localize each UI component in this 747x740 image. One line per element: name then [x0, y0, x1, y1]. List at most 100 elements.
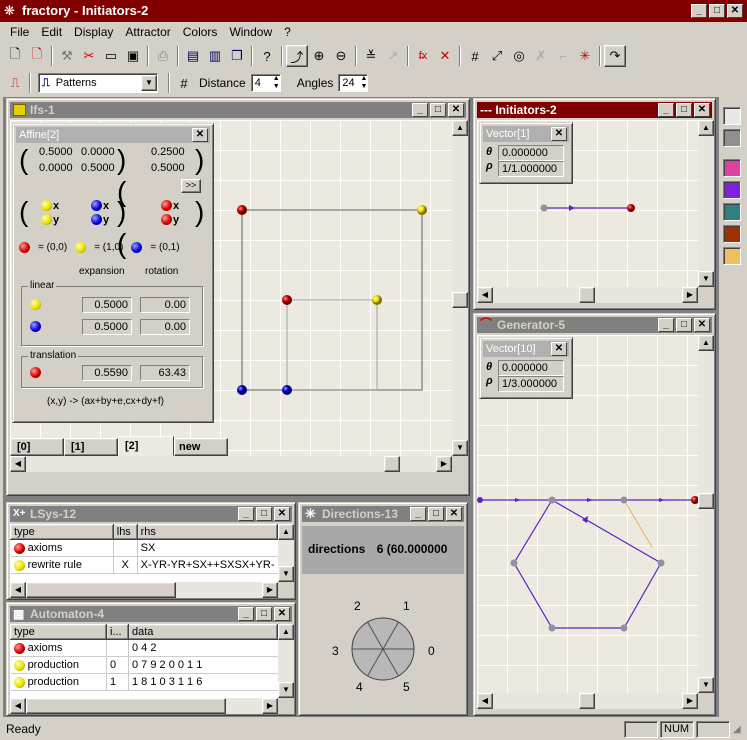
zoom-out-icon[interactable]: ⊖	[330, 45, 352, 67]
linear-y-rotation[interactable]: 0.00	[140, 319, 190, 335]
maximize-button[interactable]: □	[256, 607, 272, 621]
col-lhs[interactable]: lhs	[112, 524, 138, 540]
generator-point[interactable]	[548, 496, 556, 504]
scroll-thumb[interactable]	[26, 582, 176, 598]
minimize-button[interactable]: _	[238, 507, 254, 521]
automaton-vscroll[interactable]: ▲ ▼	[278, 624, 294, 698]
close-button[interactable]: ✕	[694, 103, 710, 117]
close-button[interactable]: ✕	[274, 607, 290, 621]
scroll-left-icon[interactable]: ◀	[477, 287, 493, 303]
minimize-button[interactable]: _	[410, 507, 426, 521]
close-button[interactable]: ✕	[446, 507, 462, 521]
scroll-right-icon[interactable]: ▶	[436, 456, 452, 472]
scroll-right-icon[interactable]: ▶	[682, 287, 698, 303]
table-row[interactable]: axioms SX	[10, 539, 278, 557]
palette-swatch[interactable]	[723, 247, 741, 265]
matrix-c[interactable]: 0.0000	[39, 162, 73, 174]
scroll-up-icon[interactable]: ▲	[698, 335, 714, 351]
generator-vscroll[interactable]: ▲ ▼	[698, 335, 714, 693]
expand-button[interactable]: >>	[181, 179, 201, 193]
point-origin[interactable]	[237, 205, 247, 215]
palette-swatch[interactable]	[723, 107, 741, 125]
maximize-button[interactable]: □	[676, 103, 692, 117]
print-icon[interactable]: ⎙	[152, 45, 174, 67]
rotate-icon[interactable]: ↷	[604, 45, 626, 67]
scroll-left-icon[interactable]: ◀	[477, 693, 493, 709]
scroll-thumb[interactable]	[452, 292, 468, 308]
generator-point[interactable]	[510, 559, 518, 567]
maximize-button[interactable]: □	[430, 103, 446, 117]
target-icon[interactable]: ◎	[508, 45, 530, 67]
menu-window[interactable]: Window	[223, 22, 278, 42]
scroll-left-icon[interactable]: ◀	[10, 582, 26, 598]
table-row[interactable]: production 1 1 8 1 0 3 1 1 6	[10, 673, 278, 691]
lsys-vscroll[interactable]: ▲ ▼	[278, 524, 294, 582]
point-image-origin[interactable]	[282, 295, 292, 305]
palette-swatch[interactable]	[723, 203, 741, 221]
zoom-in-icon[interactable]: ⊕	[308, 45, 330, 67]
translation-angle[interactable]: 63.43	[140, 365, 190, 381]
pattern-select[interactable]: ⎍ Patterns ▼	[38, 73, 158, 93]
point-x[interactable]	[417, 205, 427, 215]
scroll-up-icon[interactable]: ▲	[278, 624, 294, 640]
point-image-y[interactable]	[282, 385, 292, 395]
tab-0[interactable]: [0]	[10, 438, 64, 456]
save-icon[interactable]: ▣	[122, 45, 144, 67]
tile-vertical-icon[interactable]: ▥	[204, 45, 226, 67]
corner-icon[interactable]: ⌐	[552, 45, 574, 67]
generator-point[interactable]	[620, 624, 628, 632]
linear-x-rotation[interactable]: 0.00	[140, 297, 190, 313]
menu-display[interactable]: Display	[68, 22, 119, 42]
scroll-thumb[interactable]	[26, 698, 226, 714]
table-row[interactable]: axioms 0 4 2	[10, 639, 278, 657]
theta-field[interactable]: 0.000000	[498, 360, 564, 376]
initiators-vscroll[interactable]: ▲ ▼	[698, 120, 714, 287]
scroll-right-icon[interactable]: ▶	[262, 698, 278, 714]
linear-x-expansion[interactable]: 0.5000	[82, 297, 132, 313]
new-red-icon[interactable]: 🗋	[26, 45, 48, 67]
pick-tool-icon[interactable]: ⤴	[286, 45, 308, 67]
point-y[interactable]	[237, 385, 247, 395]
scroll-down-icon[interactable]: ▼	[698, 271, 714, 287]
lsys-hscroll[interactable]: ◀ ▶	[10, 582, 278, 598]
scroll-thumb[interactable]	[579, 693, 595, 709]
angles-spinner[interactable]: 24 ▲ ▼	[338, 74, 369, 92]
palette-swatch[interactable]	[723, 225, 741, 243]
menu-help[interactable]: ?	[278, 22, 297, 42]
minimize-button[interactable]: _	[238, 607, 254, 621]
hammer-icon[interactable]: ⚒	[56, 45, 78, 67]
col-type[interactable]: type	[10, 524, 114, 540]
new-icon[interactable]: 🗋	[4, 45, 26, 67]
spinner-icon[interactable]: ▲ ▼	[360, 75, 367, 91]
menu-colors[interactable]: Colors	[177, 22, 224, 42]
generator-point[interactable]	[620, 496, 628, 504]
palette-swatch[interactable]	[723, 129, 741, 147]
scroll-thumb[interactable]	[698, 493, 714, 509]
scroll-thumb[interactable]	[384, 456, 400, 472]
col-type[interactable]: type	[10, 624, 107, 640]
linear-y-expansion[interactable]: 0.5000	[82, 319, 132, 335]
scroll-down-icon[interactable]: ▼	[452, 440, 468, 456]
col-index[interactable]: i...	[106, 624, 129, 640]
close-button[interactable]: ✕	[694, 318, 710, 332]
close-button[interactable]: ✕	[727, 4, 743, 18]
close-button[interactable]: ✕	[192, 128, 208, 142]
automaton-hscroll[interactable]: ◀ ▶	[10, 698, 278, 714]
minimize-button[interactable]: _	[658, 103, 674, 117]
generator-end-point[interactable]	[691, 496, 698, 504]
menu-attractor[interactable]: Attractor	[119, 22, 176, 42]
scroll-thumb[interactable]	[579, 287, 595, 303]
scroll-down-icon[interactable]: ▼	[278, 566, 294, 582]
scroll-right-icon[interactable]: ▶	[262, 582, 278, 598]
grid-toggle-icon[interactable]: #	[173, 72, 195, 94]
ifs-hscroll[interactable]: ◀ ▶	[10, 456, 452, 472]
matrix-b[interactable]: 0.0000	[81, 146, 115, 158]
chevron-down-icon[interactable]: ▼	[141, 75, 157, 91]
col-data[interactable]: data	[128, 624, 278, 640]
resize-grip-icon[interactable]: ◢	[733, 724, 741, 735]
generator-point[interactable]	[548, 624, 556, 632]
generator-point[interactable]	[477, 497, 483, 503]
axes-icon[interactable]: ⤢	[486, 45, 508, 67]
minimize-button[interactable]: _	[412, 103, 428, 117]
open-icon[interactable]: ▭	[100, 45, 122, 67]
